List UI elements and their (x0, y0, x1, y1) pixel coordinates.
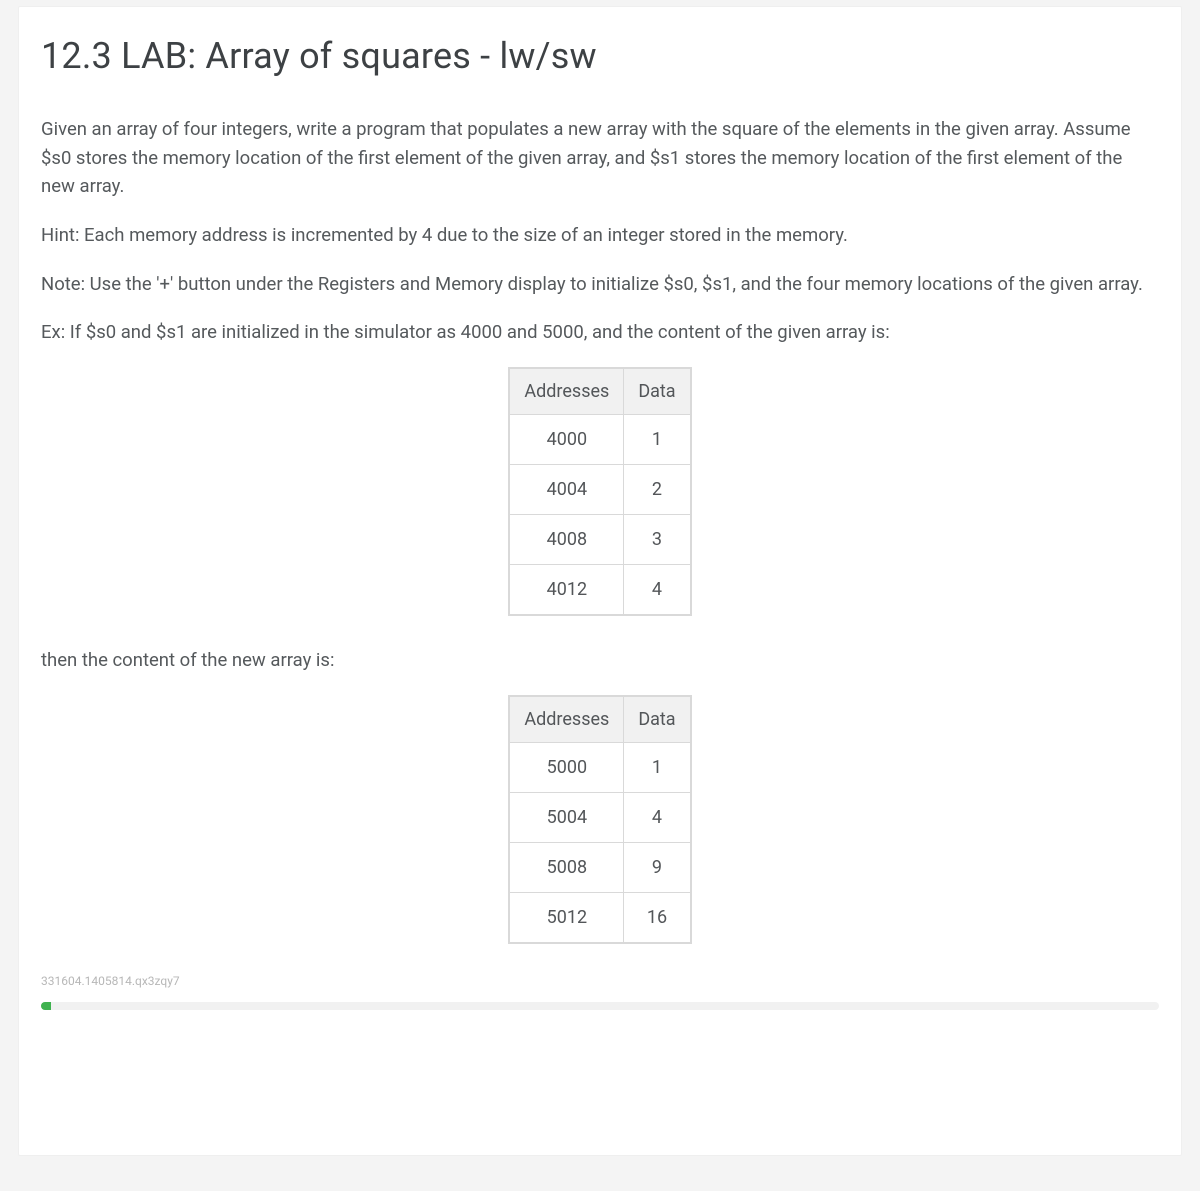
paragraph-example-lead: Ex: If $s0 and $s1 are initialized in th… (41, 318, 1159, 347)
page-title: 12.3 LAB: Array of squares - lw/sw (41, 35, 1159, 77)
cell-data: 1 (624, 415, 691, 465)
cell-data: 16 (624, 892, 691, 943)
footer-id: 331604.1405814.qx3zqy7 (41, 974, 1159, 988)
cell-address: 4012 (509, 565, 623, 616)
table-row: 5008 9 (509, 842, 690, 892)
cell-data: 1 (624, 742, 691, 792)
table-row: 4004 2 (509, 465, 690, 515)
cell-address: 4000 (509, 415, 623, 465)
lab-instructions-panel: 12.3 LAB: Array of squares - lw/sw Given… (18, 6, 1182, 1156)
given-array-table-wrap: Addresses Data 4000 1 4004 2 4008 3 (41, 367, 1159, 616)
cell-address: 5000 (509, 742, 623, 792)
table-row: 4012 4 (509, 565, 690, 616)
cell-data: 3 (624, 515, 691, 565)
table-row: 5000 1 (509, 742, 690, 792)
cell-address: 5008 (509, 842, 623, 892)
paragraph-intro: Given an array of four integers, write a… (41, 115, 1159, 201)
table-row: 4000 1 (509, 415, 690, 465)
cell-address: 5012 (509, 892, 623, 943)
paragraph-result-lead: then the content of the new array is: (41, 646, 1159, 675)
cell-address: 4004 (509, 465, 623, 515)
given-array-table: Addresses Data 4000 1 4004 2 4008 3 (508, 367, 691, 616)
cell-data: 2 (624, 465, 691, 515)
table-row: 4008 3 (509, 515, 690, 565)
cell-address: 4008 (509, 515, 623, 565)
table-row: 5004 4 (509, 792, 690, 842)
cell-address: 5004 (509, 792, 623, 842)
cell-data: 4 (624, 565, 691, 616)
table-row: 5012 16 (509, 892, 690, 943)
col-header-addresses: Addresses (509, 696, 623, 743)
progress-bar (41, 1002, 1159, 1010)
col-header-data: Data (624, 696, 691, 743)
result-array-table: Addresses Data 5000 1 5004 4 5008 9 (508, 695, 691, 944)
cell-data: 9 (624, 842, 691, 892)
cell-data: 4 (624, 792, 691, 842)
paragraph-hint: Hint: Each memory address is incremented… (41, 221, 1159, 250)
col-header-data: Data (624, 368, 691, 415)
paragraph-note: Note: Use the '+' button under the Regis… (41, 270, 1159, 299)
result-array-table-wrap: Addresses Data 5000 1 5004 4 5008 9 (41, 695, 1159, 944)
col-header-addresses: Addresses (509, 368, 623, 415)
